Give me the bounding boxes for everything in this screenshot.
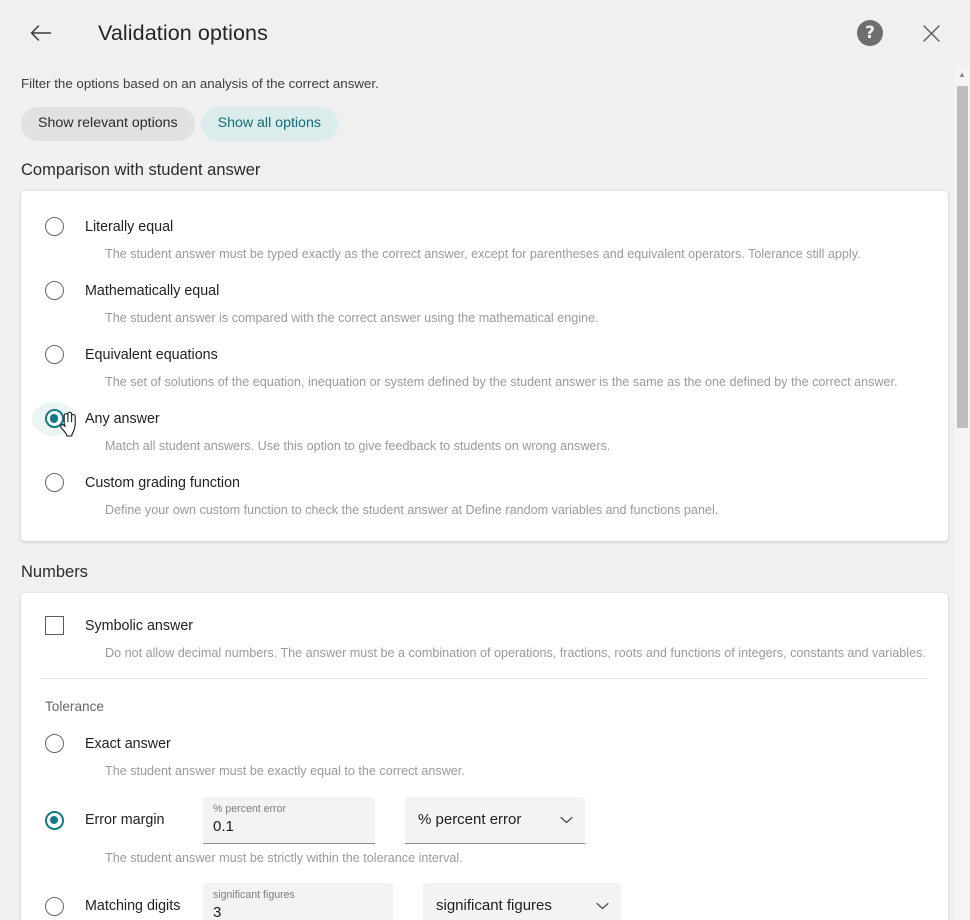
matching-digits-input-wrapper[interactable]: significant figures: [203, 882, 393, 920]
option-label: Exact answer: [85, 735, 171, 752]
option-label: Mathematically equal: [85, 282, 220, 299]
option-description: Define your own custom function to check…: [105, 502, 719, 517]
intro-text: Filter the options based on an analysis …: [21, 76, 379, 91]
comparison-card: Literally equal The student answer must …: [21, 190, 948, 541]
matching-digits-float-label: significant figures: [213, 888, 295, 901]
radio-exact-answer[interactable]: [32, 727, 76, 761]
error-margin-input[interactable]: [213, 815, 365, 837]
option-literally-equal[interactable]: Literally equal The student answer must …: [21, 205, 948, 269]
chevron-down-icon: [596, 899, 609, 913]
radio-circle-icon: [44, 734, 64, 754]
error-margin-description: The student answer must be strictly with…: [105, 850, 463, 865]
option-error-margin[interactable]: Error margin % percent error % percent e…: [21, 786, 948, 869]
option-exact-answer[interactable]: Exact answer The student answer must be …: [21, 722, 948, 786]
radio-literally-equal[interactable]: [32, 210, 76, 244]
option-mathematically-equal[interactable]: Mathematically equal The student answer …: [21, 269, 948, 333]
option-label: Any answer: [85, 410, 160, 427]
show-all-options-button[interactable]: Show all options: [200, 107, 338, 141]
dialog-body: Filter the options based on an analysis …: [0, 66, 970, 920]
matching-digits-unit-select[interactable]: significant figures: [423, 882, 621, 920]
radio-equivalent-equations[interactable]: [32, 338, 76, 372]
radio-mathematically-equal[interactable]: [32, 274, 76, 308]
matching-digits-input[interactable]: [213, 901, 383, 920]
error-margin-input-wrapper[interactable]: % percent error: [203, 796, 375, 844]
radio-circle-icon: [44, 896, 64, 916]
radio-circle-icon: [44, 281, 64, 301]
option-description: Match all student answers. Use this opti…: [105, 438, 611, 453]
option-label: Custom grading function: [85, 474, 240, 491]
radio-custom-grading-function[interactable]: [32, 466, 76, 500]
checkbox-icon: [44, 616, 64, 636]
filter-pill-group: Show relevant options Show all options: [21, 107, 950, 141]
radio-matching-digits[interactable]: [32, 889, 76, 920]
close-icon[interactable]: [914, 16, 948, 50]
back-arrow-icon[interactable]: [24, 16, 58, 50]
error-margin-float-label: % percent error: [213, 802, 287, 815]
scroll-up-arrow-icon[interactable]: ▲: [954, 66, 970, 83]
radio-any-answer[interactable]: [32, 401, 76, 436]
dialog-header: Validation options ?: [0, 0, 970, 66]
radio-error-margin[interactable]: [32, 803, 76, 837]
validation-options-dialog: Validation options ? Filter the options …: [0, 0, 970, 920]
option-label: Matching digits: [85, 898, 181, 915]
comparison-section-title: Comparison with student answer: [21, 160, 261, 179]
option-equivalent-equations[interactable]: Equivalent equations The set of solution…: [21, 333, 948, 397]
numbers-card: Symbolic answer Do not allow decimal num…: [21, 592, 948, 920]
vertical-scrollbar[interactable]: ▲: [953, 66, 970, 920]
option-description: The student answer must be typed exactly…: [105, 246, 861, 261]
option-label: Error margin: [85, 812, 165, 829]
radio-circle-icon: [44, 473, 64, 493]
scrollbar-thumb[interactable]: [957, 86, 968, 428]
numbers-section-title: Numbers: [21, 562, 88, 581]
radio-circle-icon: [44, 217, 64, 237]
option-custom-grading-function[interactable]: Custom grading function Define your own …: [21, 461, 948, 525]
option-description: The student answer is compared with the …: [105, 310, 599, 325]
checkbox-symbolic-answer[interactable]: [32, 609, 76, 643]
help-circle-icon[interactable]: ?: [857, 20, 883, 46]
option-label: Symbolic answer: [85, 617, 194, 634]
option-label: Equivalent equations: [85, 346, 218, 363]
option-description: The student answer must be exactly equal…: [105, 763, 465, 778]
chevron-down-icon: [560, 813, 573, 827]
scroll-content: Filter the options based on an analysis …: [0, 66, 950, 920]
option-symbolic-answer[interactable]: Symbolic answer Do not allow decimal num…: [21, 593, 948, 678]
tolerance-subsection-title: Tolerance: [45, 698, 104, 714]
show-relevant-options-button[interactable]: Show relevant options: [21, 107, 195, 141]
error-margin-unit-value: % percent error: [418, 811, 522, 829]
radio-circle-icon: [44, 345, 64, 365]
radio-circle-selected-icon: [44, 409, 64, 429]
option-description: Do not allow decimal numbers. The answer…: [105, 645, 926, 660]
option-any-answer[interactable]: Any answer Match all student answers. Us…: [21, 397, 948, 461]
error-margin-unit-select[interactable]: % percent error: [405, 796, 585, 844]
option-label: Literally equal: [85, 218, 174, 235]
page-title: Validation options: [98, 20, 268, 45]
radio-circle-selected-icon: [44, 810, 64, 830]
matching-digits-unit-value: significant figures: [436, 897, 552, 915]
option-description: The set of solutions of the equation, in…: [105, 374, 898, 389]
option-matching-digits[interactable]: Matching digits significant figures sign…: [21, 869, 948, 920]
